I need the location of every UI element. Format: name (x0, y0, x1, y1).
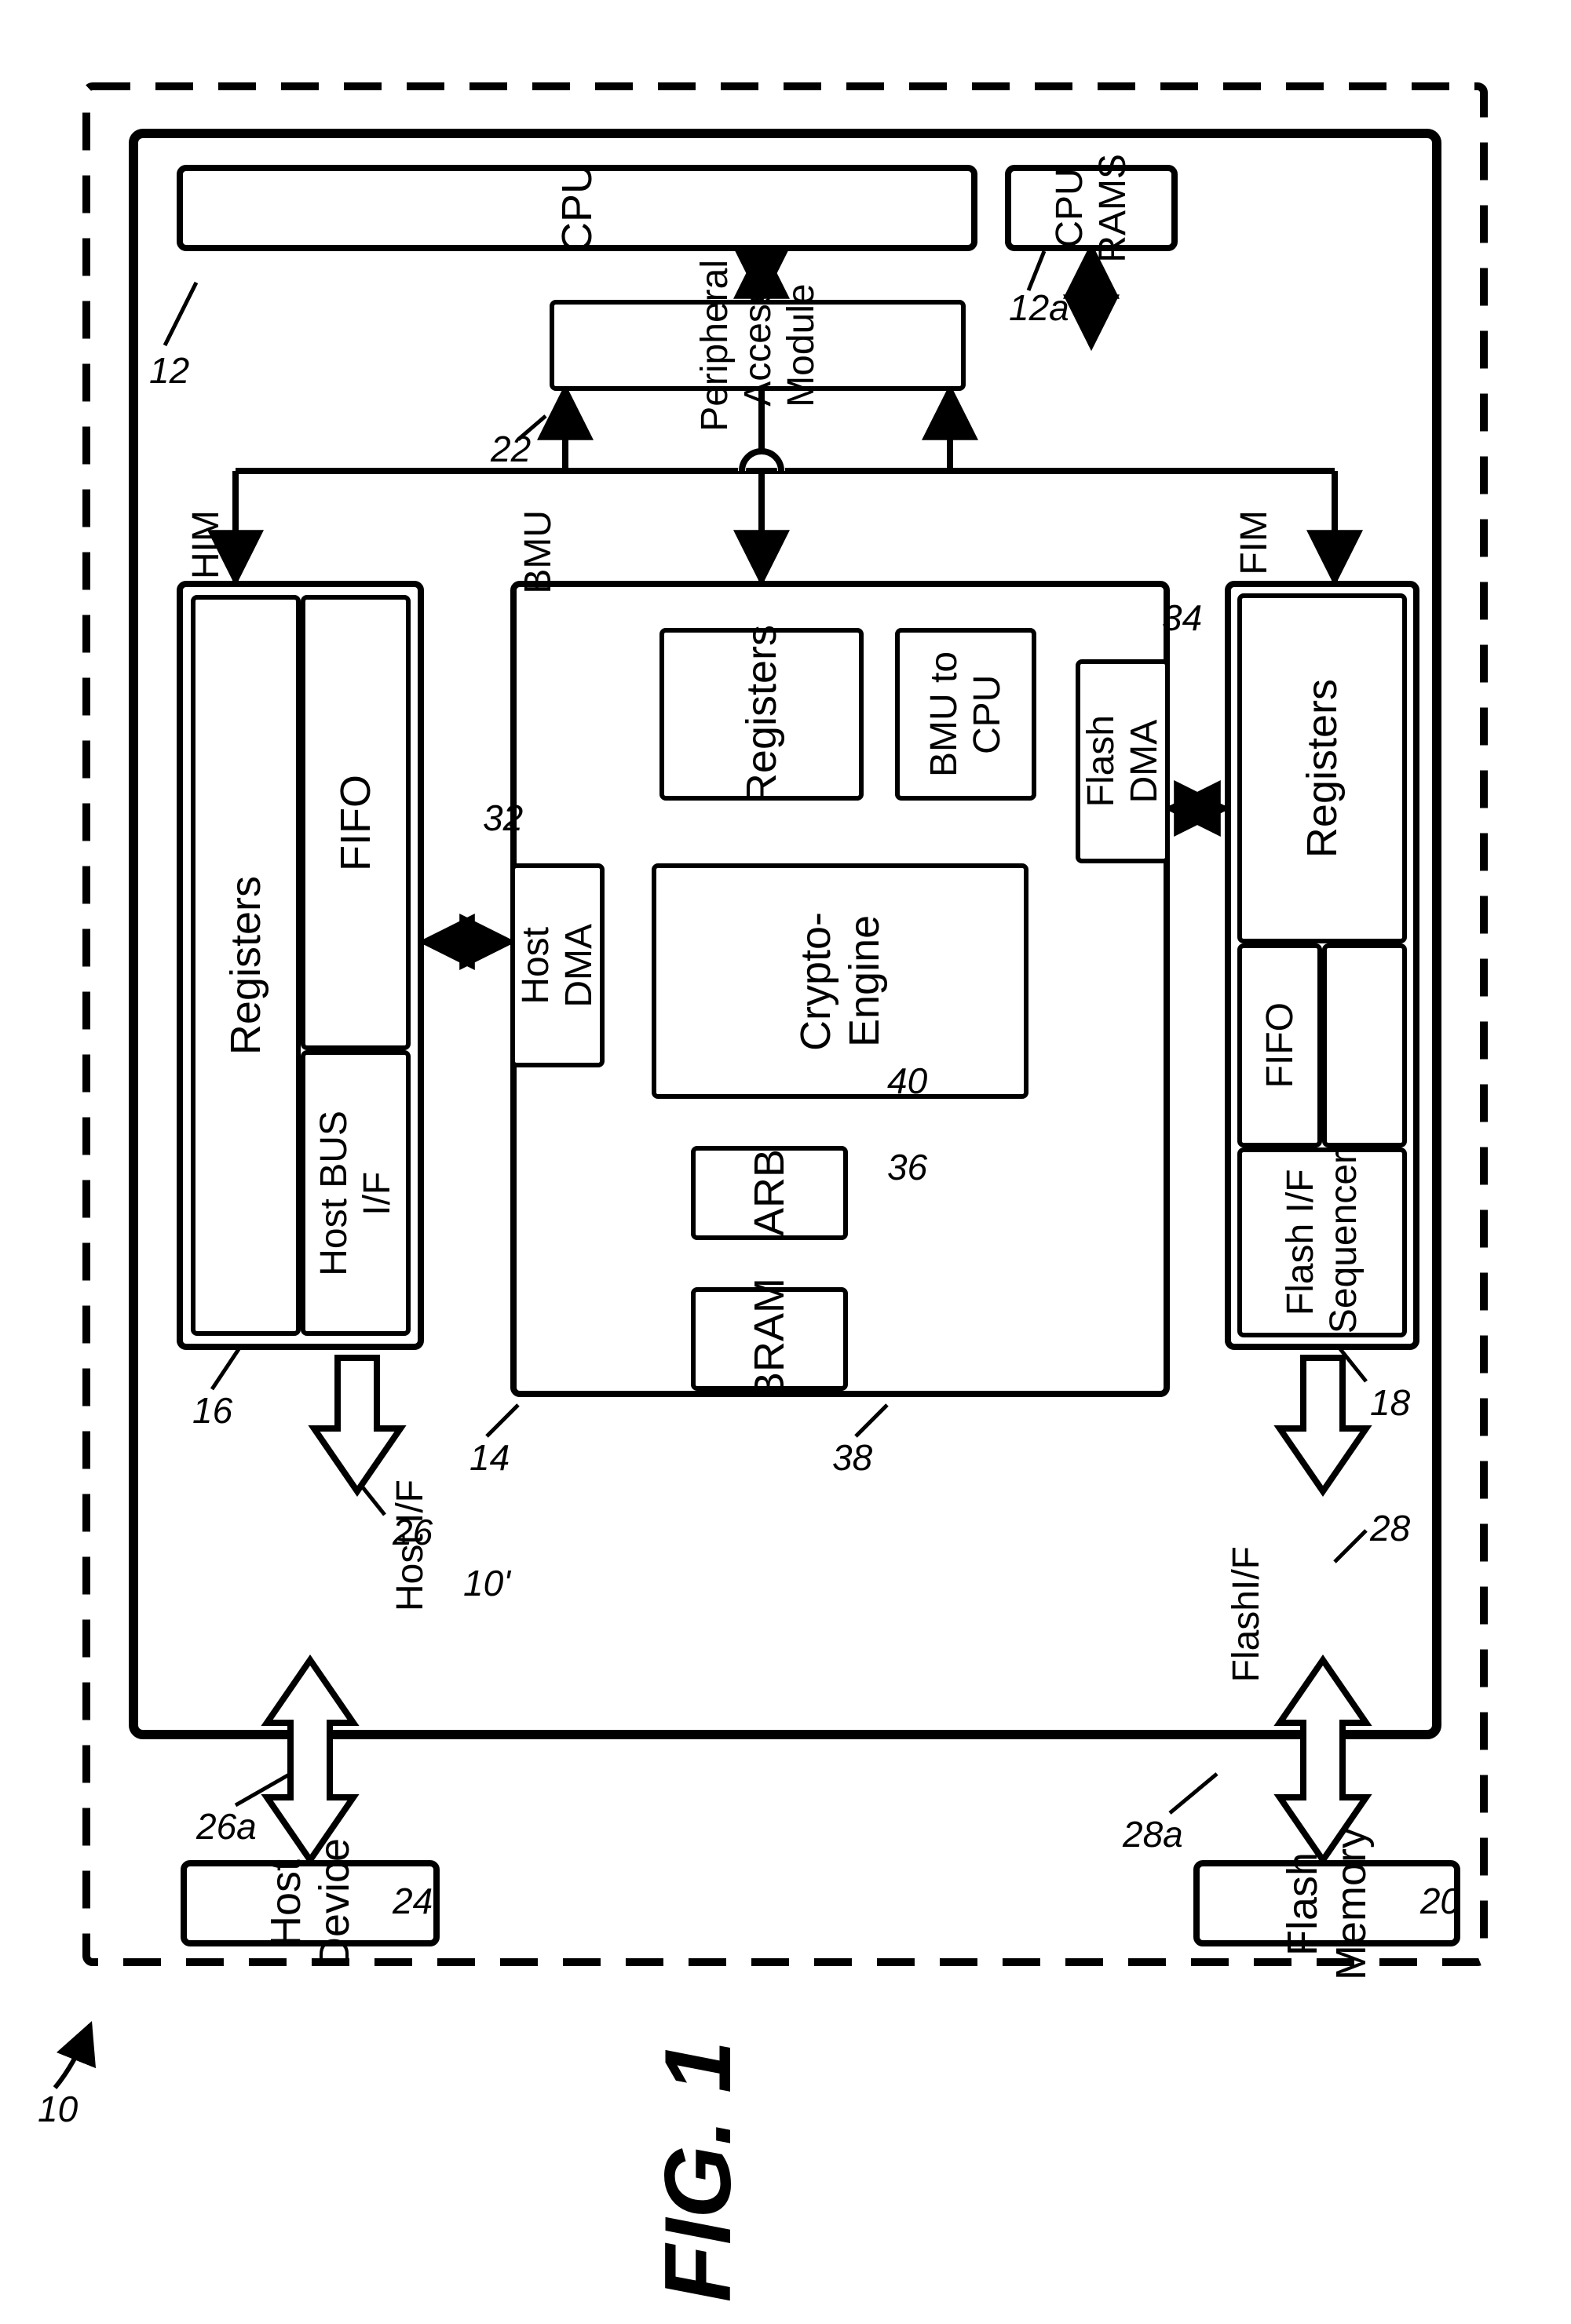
ref-22: 22 (491, 428, 531, 470)
host-device-arrow (267, 1660, 353, 1860)
ref-36: 36 (887, 1146, 927, 1188)
ref-20: 20 (1420, 1880, 1460, 1922)
ref-12: 12 (149, 349, 189, 392)
ref-10: 10 (38, 2088, 78, 2130)
ref-14: 14 (469, 1436, 510, 1479)
ref-28: 28 (1370, 1507, 1410, 1549)
host-if-arrow (314, 1358, 400, 1491)
ref-32: 32 (483, 797, 523, 839)
flash-if-arrow (1280, 1358, 1366, 1491)
host-device-label: Host Device (261, 1838, 359, 1968)
ref-26a: 26a (196, 1805, 257, 1848)
flash-memory-label: Flash Memory (1278, 1827, 1376, 1980)
ref-10p: 10' (463, 1562, 510, 1604)
ref-24: 24 (393, 1880, 433, 1922)
ref-18: 18 (1370, 1381, 1410, 1424)
ref-26: 26 (393, 1511, 433, 1553)
ref-38: 38 (832, 1436, 872, 1479)
flash-if-text: FlashI/F (1225, 1546, 1268, 1691)
figure-title: FIG. 1 (644, 2041, 860, 2324)
ref-28a: 28a (1123, 1813, 1183, 1855)
ref-40: 40 (887, 1060, 927, 1102)
ref-12a: 12a (1009, 286, 1069, 329)
ref-34: 34 (1162, 597, 1202, 639)
ref-16: 16 (192, 1389, 232, 1432)
